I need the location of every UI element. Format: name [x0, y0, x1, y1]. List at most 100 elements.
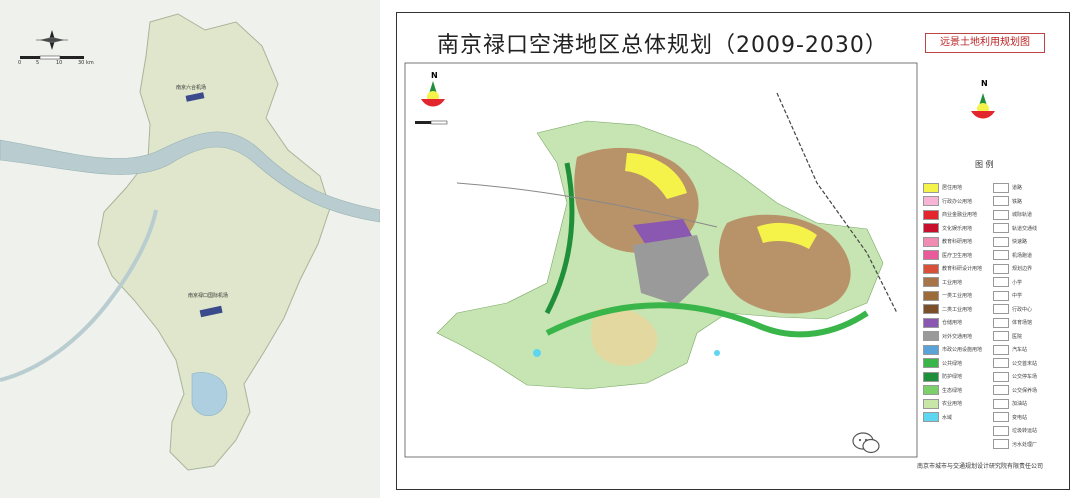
- legend-symbol-label: 铁路: [1012, 198, 1023, 205]
- scale-bar: [20, 55, 84, 60]
- legend-symbol-label: 公交停车场: [1012, 374, 1038, 381]
- legend-swatch: [923, 223, 939, 234]
- legend-symbol-label: 加油站: [1012, 401, 1028, 408]
- legend-item: 一类工业用地: [923, 290, 993, 301]
- legend-symbol-item: 道路: [993, 182, 1063, 193]
- legend-label: 防护绿地: [942, 374, 963, 381]
- scale-bar: [415, 120, 448, 125]
- legend-symbol-icon: [993, 250, 1009, 261]
- legend-item: 教育科研用地: [923, 236, 993, 247]
- legend-row: 一类工业用地 中学: [923, 289, 1063, 303]
- legend-label: 一类工业用地: [942, 293, 973, 300]
- legend-symbol-item: 公交首末站: [993, 358, 1063, 369]
- legend-swatch: [923, 277, 939, 288]
- legend-symbol-label: 污水处理厂: [1012, 441, 1038, 448]
- legend-symbol-item: 规划边界: [993, 263, 1063, 274]
- legend-symbol-label: 城际轨道: [1012, 212, 1033, 219]
- legend-symbol-item: 小学: [993, 277, 1063, 288]
- legend-symbol-item: 污水处理厂: [993, 439, 1063, 450]
- legend-swatch: [923, 209, 939, 220]
- legend-row: 行政办公用地 铁路: [923, 195, 1063, 209]
- legend-swatch: [923, 196, 939, 207]
- legend-label: 文化娱乐用地: [942, 225, 973, 232]
- legend-symbol-item: 加油站: [993, 398, 1063, 409]
- legend-label: 二类工业用地: [942, 306, 973, 313]
- legend-row: 仓储用地 体育场馆: [923, 316, 1063, 330]
- regional-map: 0 5 10 30 km 南京六合机场 南京禄口国际机场: [0, 0, 381, 498]
- legend-symbol-icon: [993, 290, 1009, 301]
- legend-label: 农业用地: [942, 401, 963, 408]
- lukou-airport-label: 南京禄口国际机场: [188, 293, 229, 299]
- legend-symbol-icon: [993, 236, 1009, 247]
- legend-swatch: [923, 371, 939, 382]
- legend-row: 医疗卫生用地 机场跑道: [923, 249, 1063, 263]
- legend-symbol-label: 规划边界: [1012, 266, 1033, 273]
- liuhe-airport-label: 南京六合机场: [176, 85, 207, 91]
- legend-item: 商业金融业用地: [923, 209, 993, 220]
- legend-symbol-item: 中学: [993, 290, 1063, 301]
- legend-item: 防护绿地: [923, 371, 993, 382]
- legend-item: 水域: [923, 412, 993, 423]
- legend-row: 教育科研设计用地 规划边界: [923, 262, 1063, 276]
- legend-symbol-label: 变电站: [1012, 414, 1028, 421]
- legend: 居住用地 道路行政办公用地 铁路商业金融业用地 城际轨道文化娱乐用地 轨道交通线教育科研…: [923, 181, 1063, 451]
- legend-symbol-icon: [993, 425, 1009, 436]
- legend-item: 仓储用地: [923, 317, 993, 328]
- legend-symbol-label: 垃圾转运站: [1012, 428, 1038, 435]
- legend-item: 文化娱乐用地: [923, 223, 993, 234]
- legend-symbol-label: 轨道交通线: [1012, 225, 1038, 232]
- legend-symbol-icon: [993, 385, 1009, 396]
- legend-symbol-label: 医院: [1012, 333, 1023, 340]
- legend-symbol-label: 汽车站: [1012, 347, 1028, 354]
- legend-symbol-item: 机场跑道: [993, 250, 1063, 261]
- legend-symbol-label: 快速路: [1012, 239, 1028, 246]
- legend-symbol-icon: [993, 277, 1009, 288]
- legend-symbol-icon: [993, 344, 1009, 355]
- legend-symbol-icon: [993, 317, 1009, 328]
- legend-item: 公共绿地: [923, 358, 993, 369]
- legend-item: 行政办公用地: [923, 196, 993, 207]
- legend-label: 仓储用地: [942, 320, 963, 327]
- legend-symbol-item: 垃圾转运站: [993, 425, 1063, 436]
- legend-label: 市政公用设施用地: [942, 347, 983, 354]
- legend-row: 水域 变电站: [923, 411, 1063, 425]
- water-body: [533, 349, 541, 357]
- legend-swatch: [923, 263, 939, 274]
- legend-symbol-label: 行政中心: [1012, 306, 1033, 313]
- legend-row: 二类工业用地 行政中心: [923, 303, 1063, 317]
- legend-symbol-icon: [993, 331, 1009, 342]
- legend-symbol-item: 城际轨道: [993, 209, 1063, 220]
- legend-swatch: [923, 358, 939, 369]
- legend-symbol-icon: [993, 263, 1009, 274]
- legend-swatch: [923, 304, 939, 315]
- legend-swatch: [923, 344, 939, 355]
- legend-symbol-item: 铁路: [993, 196, 1063, 207]
- legend-symbol-icon: [993, 223, 1009, 234]
- legend-swatch: [923, 385, 939, 396]
- legend-symbol-icon: [993, 209, 1009, 220]
- legend-symbol-icon: [993, 304, 1009, 315]
- watermark: [852, 432, 880, 454]
- legend-symbol-label: 公交保养场: [1012, 387, 1038, 394]
- water-body: [714, 350, 720, 356]
- legend-symbol-item: 行政中心: [993, 304, 1063, 315]
- legend-swatch: [923, 317, 939, 328]
- legend-row: 污水处理厂: [923, 438, 1063, 452]
- compass-north-label: N: [431, 71, 438, 80]
- legend-item: 居住用地: [923, 182, 993, 193]
- legend-label: 居住用地: [942, 185, 963, 192]
- legend-symbol-label: 机场跑道: [1012, 252, 1033, 259]
- regional-map-svg: [0, 0, 381, 498]
- legend-symbol-icon: [993, 358, 1009, 369]
- legend-label: 行政办公用地: [942, 198, 973, 205]
- legend-item: 教育科研设计用地: [923, 263, 993, 274]
- legend-item: 工业用地: [923, 277, 993, 288]
- legend-compass-icon: [971, 93, 995, 119]
- legend-label: 生态绿地: [942, 387, 963, 394]
- legend-symbol-label: 体育场馆: [1012, 320, 1033, 327]
- legend-label: 公共绿地: [942, 360, 963, 367]
- legend-heading: 图 例: [975, 160, 994, 169]
- legend-symbol-label: 道路: [1012, 185, 1023, 192]
- legend-symbol-item: 公交停车场: [993, 371, 1063, 382]
- legend-swatch: [923, 290, 939, 301]
